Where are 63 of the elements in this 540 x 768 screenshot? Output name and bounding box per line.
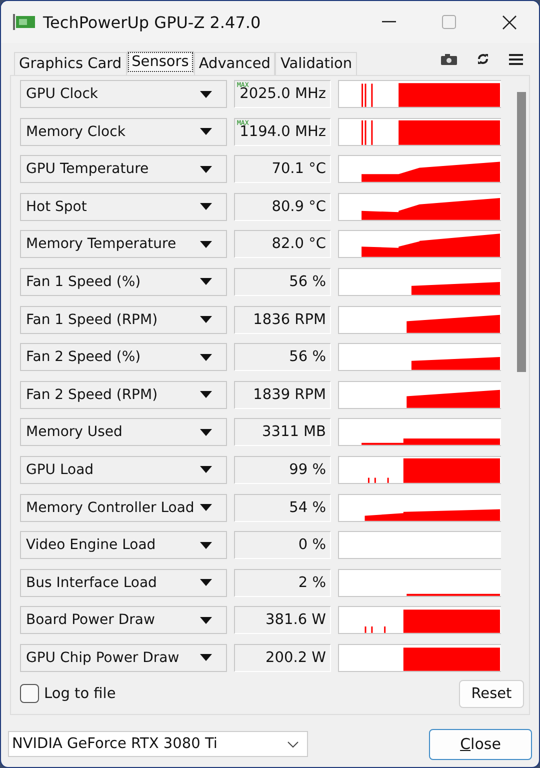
scrollbar-thumb[interactable] — [516, 92, 526, 372]
dropdown-arrow-icon — [200, 316, 212, 324]
log-to-file-checkbox[interactable]: Log to file — [20, 684, 116, 704]
tab[interactable]: Graphics Card — [14, 52, 127, 75]
sensor-dropdown[interactable]: Bus Interface Load — [20, 568, 227, 597]
sensor-value: 200.2 W — [234, 644, 331, 672]
sensor-dropdown[interactable]: Hot Spot — [20, 192, 227, 221]
refresh-icon[interactable] — [477, 53, 489, 65]
camera-icon[interactable] — [441, 54, 457, 64]
dropdown-arrow-icon — [200, 504, 212, 512]
dropdown-arrow-icon — [200, 654, 212, 662]
sensor-value: 56 % — [234, 268, 331, 296]
sensor-value: 2 % — [234, 568, 331, 597]
sensor-value: 82.0 °C — [234, 230, 331, 258]
dropdown-arrow-icon — [200, 240, 212, 248]
dropdown-arrow-icon — [200, 354, 212, 361]
sensor-value: 56 % — [234, 343, 331, 372]
sensor-dropdown[interactable]: Fan 2 Speed (%) — [20, 343, 227, 372]
sensor-dropdown[interactable]: GPU Clock — [20, 80, 227, 108]
device-select[interactable]: NVIDIA GeForce RTX 3080 Ti — [8, 731, 308, 758]
dropdown-arrow-icon — [200, 203, 212, 210]
dropdown-arrow-icon — [200, 542, 212, 549]
sensor-value: 80.9 °C — [234, 192, 331, 221]
dropdown-arrow-icon — [200, 616, 212, 624]
sensor-value: 54 % — [234, 494, 331, 522]
sensor-value: 381.6 W — [234, 606, 331, 634]
sensor-dropdown[interactable]: Memory Clock — [20, 118, 227, 146]
sensor-dropdown[interactable]: Memory Controller Load — [20, 494, 227, 522]
tab[interactable]: Advanced — [194, 52, 276, 75]
sensor-value: 1836 RPM — [234, 306, 331, 334]
dropdown-arrow-icon — [200, 90, 212, 98]
sensor-dropdown[interactable]: Fan 1 Speed (%) — [20, 268, 227, 296]
dropdown-arrow-icon — [200, 278, 212, 286]
tab[interactable]: Validation — [275, 52, 358, 75]
dropdown-arrow-icon — [200, 166, 212, 173]
graphics-card-icon — [13, 14, 35, 30]
sensor-dropdown[interactable]: Video Engine Load — [20, 531, 227, 560]
reset-button[interactable]: Reset — [459, 680, 524, 708]
minimize-icon[interactable] — [382, 21, 396, 23]
chevron-down-icon — [287, 740, 299, 748]
sensor-dropdown[interactable]: Board Power Draw — [20, 606, 227, 634]
sensor-dropdown[interactable]: GPU Temperature — [20, 155, 227, 184]
sensor-dropdown[interactable]: GPU Load — [20, 456, 227, 484]
sensor-dropdown[interactable]: GPU Chip Power Draw — [20, 644, 227, 672]
sensor-dropdown[interactable]: Memory Temperature — [20, 230, 227, 258]
sensor-value: 99 % — [234, 456, 331, 484]
close-icon[interactable] — [502, 14, 516, 30]
sensor-value: 0 % — [234, 531, 331, 560]
tab[interactable]: Sensors — [126, 51, 194, 73]
sensor-dropdown[interactable]: Memory Used — [20, 418, 227, 446]
dropdown-arrow-icon — [200, 579, 212, 586]
window-title: TechPowerUp GPU-Z 2.47.0 — [43, 12, 262, 32]
dropdown-arrow-icon — [200, 466, 212, 474]
sensor-dropdown[interactable]: Fan 1 Speed (RPM) — [20, 306, 227, 334]
dropdown-arrow-icon — [200, 391, 212, 398]
sensor-dropdown[interactable]: Fan 2 Speed (RPM) — [20, 380, 227, 409]
sensor-value: 70.1 °C — [234, 155, 331, 184]
dropdown-arrow-icon — [200, 128, 212, 136]
close-button[interactable]: Close — [429, 728, 532, 760]
dropdown-arrow-icon — [200, 428, 212, 436]
sensor-value: 3311 MB — [234, 418, 331, 446]
menu-icon[interactable] — [509, 54, 523, 64]
sensor-value: 1839 RPM — [234, 380, 331, 409]
